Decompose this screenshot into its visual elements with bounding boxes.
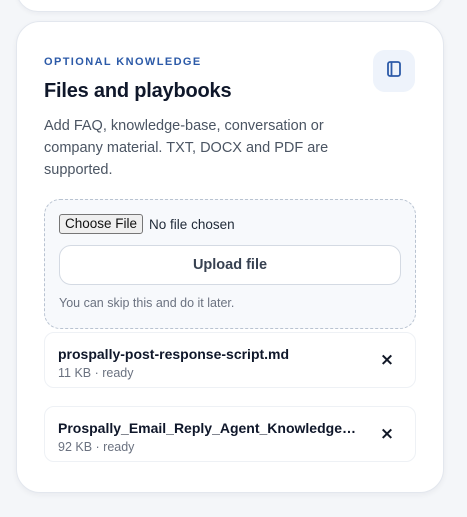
- previous-card-edge: [16, 0, 444, 12]
- file-list-item: Prospally_Email_Reply_Agent_Knowledge_Ba…: [44, 406, 416, 462]
- file-meta: 92 KB · ready: [58, 440, 135, 454]
- remove-file-button[interactable]: ×: [377, 424, 397, 444]
- section-eyebrow: OPTIONAL KNOWLEDGE: [44, 56, 202, 68]
- upload-dropzone[interactable]: Choose File No file chosen Upload file Y…: [44, 199, 416, 329]
- copy-button[interactable]: [373, 50, 415, 92]
- card-description: Add FAQ, knowledge-base, conversation or…: [44, 118, 329, 178]
- copy-icon: [384, 59, 404, 84]
- file-name: Prospally_Email_Reply_Agent_Knowledge_Ba…: [58, 420, 358, 436]
- file-list-item: prospally-post-response-script.md 11 KB …: [44, 332, 416, 388]
- remove-file-button[interactable]: ×: [377, 350, 397, 370]
- close-icon: ×: [379, 424, 395, 444]
- upload-hint: You can skip this and do it later.: [59, 296, 235, 310]
- file-input[interactable]: Choose File No file chosen: [59, 214, 235, 234]
- close-icon: ×: [379, 350, 395, 370]
- choose-file-button[interactable]: Choose File: [59, 214, 144, 234]
- knowledge-card: OPTIONAL KNOWLEDGE Files and playbooks A…: [16, 21, 444, 493]
- file-name: prospally-post-response-script.md: [58, 346, 290, 362]
- file-meta: 11 KB · ready: [58, 366, 134, 380]
- no-file-chosen-text: No file chosen: [149, 216, 235, 232]
- card-title: Files and playbooks: [44, 80, 232, 102]
- upload-file-button[interactable]: Upload file: [59, 245, 401, 285]
